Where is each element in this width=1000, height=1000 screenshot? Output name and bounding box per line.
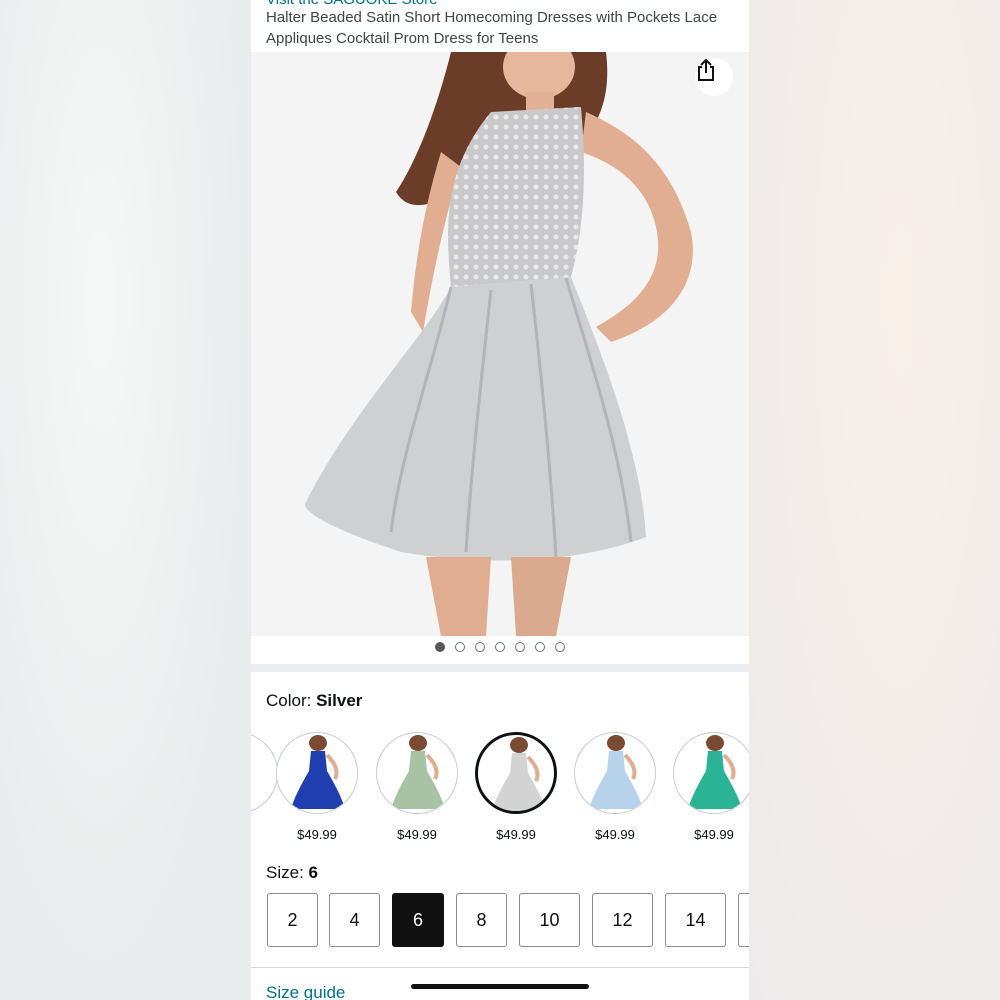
dress-thumbnail [492, 737, 546, 811]
size-option-button[interactable] [738, 893, 749, 947]
section-divider [251, 664, 749, 672]
size-option-button[interactable]: 2 [267, 893, 318, 947]
color-swatch[interactable] [475, 732, 557, 814]
size-label: Size: 6 [266, 863, 318, 882]
dress-thumbnail [391, 735, 445, 809]
home-indicator [411, 984, 589, 989]
pagination-dot[interactable] [475, 642, 485, 652]
product-image[interactable] [251, 52, 749, 636]
swatch-price: $49.99 [297, 827, 337, 842]
swatch-price: $49.99 [694, 827, 734, 842]
color-swatch[interactable] [574, 732, 656, 814]
size-option-button[interactable]: 12 [592, 893, 653, 947]
swatch-price: $49.99 [496, 827, 536, 842]
pagination-dot[interactable] [535, 642, 545, 652]
dress-thumbnail [291, 735, 345, 809]
product-page: Visit the SAGUOKE Store Halter Beaded Sa… [251, 0, 749, 1000]
dress-photo [251, 52, 749, 636]
size-options: 2 4 6 8 10 12 14 [251, 893, 749, 949]
selected-size: 6 [308, 863, 318, 882]
swatch-price: $49.99 [595, 827, 635, 842]
size-guide-link[interactable]: Size guide [266, 983, 345, 1000]
color-swatches: $49.99 $49.99 $49.99 $49.99 $49.99 [251, 732, 749, 852]
image-pagination [251, 642, 749, 652]
size-option-button[interactable]: 10 [519, 893, 580, 947]
color-swatch[interactable] [376, 732, 458, 814]
section-divider [251, 967, 749, 968]
size-option-button[interactable]: 4 [329, 893, 380, 947]
background-left [0, 0, 251, 1000]
pagination-dot[interactable] [455, 642, 465, 652]
size-option-button[interactable]: 14 [665, 893, 726, 947]
dress-thumbnail [251, 733, 278, 814]
pagination-dot[interactable] [555, 642, 565, 652]
color-swatch[interactable] [251, 732, 278, 814]
pagination-dot[interactable] [435, 642, 445, 652]
swatch-price: $49.99 [397, 827, 437, 842]
dress-thumbnail [589, 735, 643, 809]
size-option-button[interactable]: 8 [456, 893, 507, 947]
pagination-dot[interactable] [495, 642, 505, 652]
share-button[interactable] [695, 58, 733, 96]
product-title: Halter Beaded Satin Short Homecoming Dre… [266, 9, 718, 47]
color-label: Color: Silver [266, 691, 363, 710]
pagination-dot[interactable] [515, 642, 525, 652]
background-right [749, 0, 1000, 1000]
color-swatch[interactable] [673, 732, 749, 814]
color-swatch[interactable] [276, 732, 358, 814]
dress-thumbnail [688, 735, 742, 809]
selected-color: Silver [316, 691, 363, 710]
size-option-button[interactable]: 6 [392, 893, 444, 947]
share-icon [698, 58, 714, 81]
